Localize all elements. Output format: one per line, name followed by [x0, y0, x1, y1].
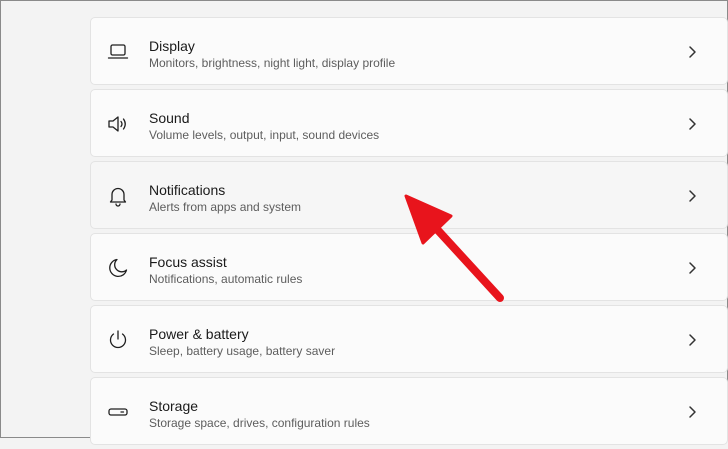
chevron-right-icon	[687, 189, 697, 203]
setting-subtitle: Sleep, battery usage, battery saver	[149, 344, 336, 358]
setting-title: Power & battery	[149, 326, 249, 342]
setting-title: Sound	[149, 110, 190, 126]
chevron-right-icon	[687, 117, 697, 131]
setting-notifications[interactable]: Notifications Alerts from apps and syste…	[90, 161, 728, 229]
setting-title: Display	[149, 38, 195, 54]
chevron-right-icon	[687, 261, 697, 275]
setting-title: Notifications	[149, 182, 226, 198]
setting-power-battery[interactable]: Power & battery Sleep, battery usage, ba…	[90, 305, 728, 373]
chevron-right-icon	[687, 45, 697, 59]
setting-subtitle: Volume levels, output, input, sound devi…	[149, 128, 380, 142]
chevron-right-icon	[687, 333, 697, 347]
setting-focus-assist[interactable]: Focus assist Notifications, automatic ru…	[90, 233, 728, 301]
moon-icon	[107, 257, 129, 279]
chevron-right-icon	[687, 405, 697, 419]
setting-title: Storage	[149, 398, 199, 414]
setting-display[interactable]: Display Monitors, brightness, night ligh…	[90, 17, 728, 85]
setting-subtitle: Monitors, brightness, night light, displ…	[149, 56, 396, 70]
power-icon	[107, 329, 129, 351]
drive-icon	[107, 401, 129, 423]
setting-subtitle: Notifications, automatic rules	[149, 272, 303, 286]
setting-subtitle: Storage space, drives, configuration rul…	[149, 416, 370, 430]
setting-storage[interactable]: Storage Storage space, drives, configura…	[90, 377, 728, 445]
setting-sound[interactable]: Sound Volume levels, output, input, soun…	[90, 89, 728, 157]
speaker-icon	[107, 113, 129, 135]
settings-list: Display Monitors, brightness, night ligh…	[90, 17, 728, 449]
setting-title: Focus assist	[149, 254, 227, 270]
bell-icon	[107, 185, 129, 207]
setting-subtitle: Alerts from apps and system	[149, 200, 302, 214]
display-icon	[107, 41, 129, 63]
